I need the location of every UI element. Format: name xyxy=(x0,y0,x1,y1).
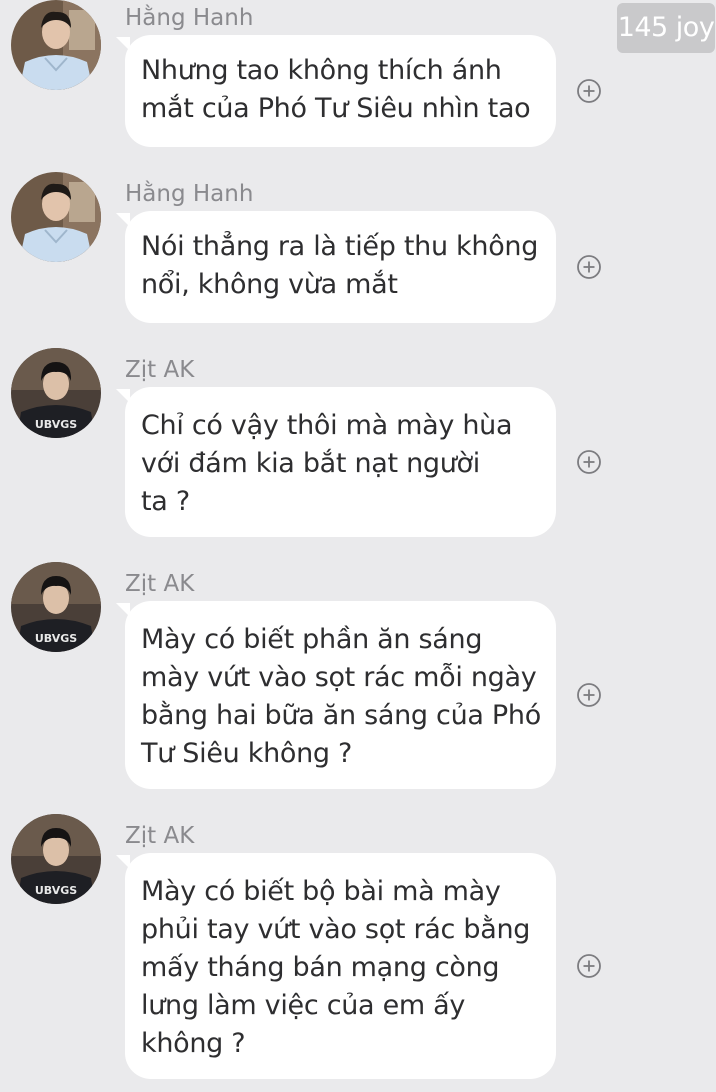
message-bubble[interactable]: Chỉ có vậy thôi mà mày hùa với đám kia b… xyxy=(116,387,556,537)
avatar-zit-ak[interactable]: UBVGS xyxy=(11,348,101,438)
add-reaction-button[interactable] xyxy=(576,449,602,475)
message-text-line: mấy tháng bán mạng còng xyxy=(141,952,500,983)
avatar-shirt-text: UBVGS xyxy=(35,418,77,431)
message-text-line: ta ? xyxy=(141,486,190,517)
message-text-line: Nhưng tao không thích ánh xyxy=(141,55,502,86)
watermark: 145 joy xyxy=(617,3,715,53)
message-text-line: với đám kia bắt nạt người xyxy=(141,448,480,479)
sender-name: Zịt AK xyxy=(125,571,195,597)
avatar-shirt-text: UBVGS xyxy=(35,632,77,645)
add-reaction-button[interactable] xyxy=(576,78,602,104)
plus-circle-icon xyxy=(577,683,601,707)
add-reaction-button[interactable] xyxy=(576,682,602,708)
plus-circle-icon xyxy=(577,79,601,103)
plus-circle-icon xyxy=(577,450,601,474)
message-text-line: Tư Siêu không ? xyxy=(141,738,353,769)
message-text-line: mày vứt vào sọt rác mỗi ngày xyxy=(141,662,537,693)
message-bubble[interactable]: Mày có biết phần ăn sáng mày vứt vào sọt… xyxy=(116,601,556,789)
message-text-line: Chỉ có vậy thôi mà mày hùa xyxy=(141,410,513,441)
plus-circle-icon xyxy=(577,255,601,279)
message-text-line: mắt của Phó Tư Siêu nhìn tao xyxy=(141,93,531,124)
message-bubble[interactable]: Nhưng tao không thích ánh mắt của Phó Tư… xyxy=(116,35,556,147)
avatar-hang-hanh[interactable] xyxy=(11,0,101,90)
avatar-zit-ak[interactable]: UBVGS xyxy=(11,814,101,904)
message-text-line: bằng hai bữa ăn sáng của Phó xyxy=(141,700,541,731)
message-text-line: Mày có biết phần ăn sáng xyxy=(141,624,483,655)
avatar-hang-hanh[interactable] xyxy=(11,172,101,262)
add-reaction-button[interactable] xyxy=(576,953,602,979)
sender-name: Hằng Hanh xyxy=(125,5,254,31)
message-bubble[interactable]: Mày có biết bộ bài mà mày phủi tay vứt v… xyxy=(116,853,556,1079)
sender-name: Zịt AK xyxy=(125,357,195,383)
avatar-zit-ak[interactable]: UBVGS xyxy=(11,562,101,652)
message-text-line: không ? xyxy=(141,1028,246,1059)
message-text-line: nổi, không vừa mắt xyxy=(141,269,398,300)
sender-name: Zịt AK xyxy=(125,823,195,849)
plus-circle-icon xyxy=(577,954,601,978)
message-text-line: lưng làm việc của em ấy xyxy=(141,990,466,1021)
message-text-line: Mày có biết bộ bài mà mày xyxy=(141,876,501,907)
message-bubble[interactable]: Nói thẳng ra là tiếp thu không nổi, khôn… xyxy=(116,211,556,323)
sender-name: Hằng Hanh xyxy=(125,181,254,207)
add-reaction-button[interactable] xyxy=(576,254,602,280)
message-text-line: phủi tay vứt vào sọt rác bằng xyxy=(141,914,531,945)
avatar-shirt-text: UBVGS xyxy=(35,884,77,897)
message-text-line: Nói thẳng ra là tiếp thu không xyxy=(141,231,539,262)
